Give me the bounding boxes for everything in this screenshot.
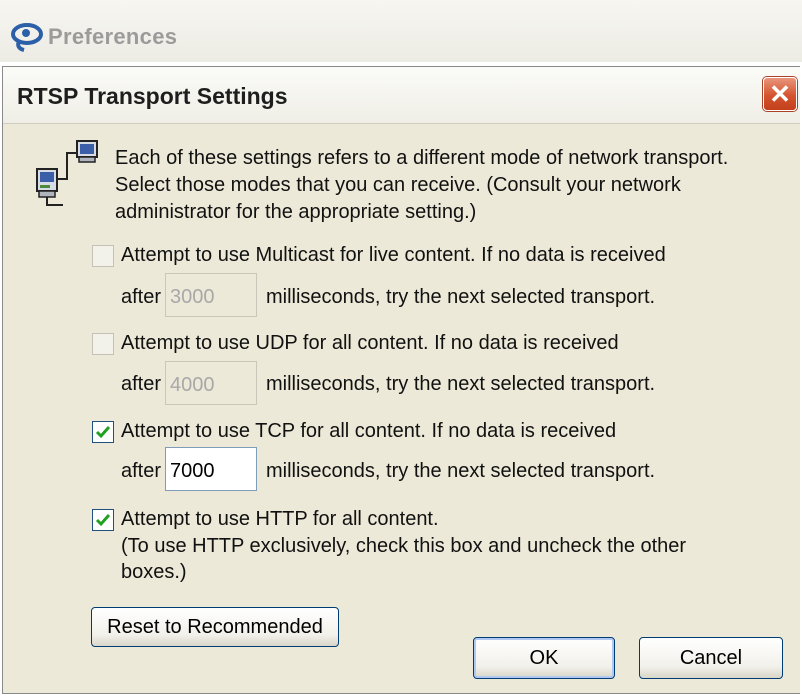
tcp-timeout-field[interactable]: [165, 447, 257, 491]
cancel-button[interactable]: Cancel: [639, 637, 783, 679]
udp-label: Attempt to use UDP for all content. If n…: [121, 332, 619, 354]
dialog-titlebar[interactable]: RTSP Transport Settings ✕: [3, 67, 800, 124]
dialog-title: RTSP Transport Settings: [17, 83, 288, 109]
ok-button[interactable]: OK: [473, 637, 615, 679]
multicast-label: Attempt to use Multicast for live conten…: [121, 244, 666, 266]
tcp-after-label: after: [121, 460, 162, 482]
tcp-suffix-label: milliseconds, try the next selected tran…: [266, 460, 656, 482]
parent-window-titlebar: Preferences: [0, 0, 802, 62]
intro-text: Each of these settings refers to a diffe…: [115, 147, 729, 223]
reset-to-recommended-button[interactable]: Reset to Recommended: [91, 607, 339, 647]
http-checkbox[interactable]: [92, 509, 114, 531]
close-icon: ✕: [769, 79, 791, 109]
tcp-label: Attempt to use TCP for all content. If n…: [121, 420, 617, 442]
rtsp-transport-dialog: RTSP Transport Settings ✕ Each of these …: [2, 66, 800, 694]
http-note-line2: boxes.): [121, 561, 187, 583]
multicast-after-label: after: [121, 286, 162, 308]
close-button[interactable]: ✕: [763, 77, 797, 111]
network-computers-icon: [36, 140, 98, 206]
udp-timeout-field[interactable]: [165, 361, 257, 405]
parent-window-title: Preferences: [48, 24, 178, 49]
multicast-suffix-label: milliseconds, try the next selected tran…: [266, 286, 656, 308]
multicast-checkbox[interactable]: [92, 245, 114, 267]
realplayer-logo-icon: [11, 23, 43, 52]
multicast-timeout-field[interactable]: [165, 273, 257, 317]
udp-after-label: after: [121, 373, 162, 395]
http-note-line1: (To use HTTP exclusively, check this box…: [121, 535, 687, 557]
checkmark-icon: [95, 514, 111, 527]
udp-suffix-label: milliseconds, try the next selected tran…: [266, 373, 656, 395]
tcp-checkbox[interactable]: [92, 421, 114, 443]
udp-checkbox[interactable]: [92, 333, 114, 355]
http-label: Attempt to use HTTP for all content.: [121, 508, 439, 530]
checkmark-icon: [95, 426, 111, 439]
